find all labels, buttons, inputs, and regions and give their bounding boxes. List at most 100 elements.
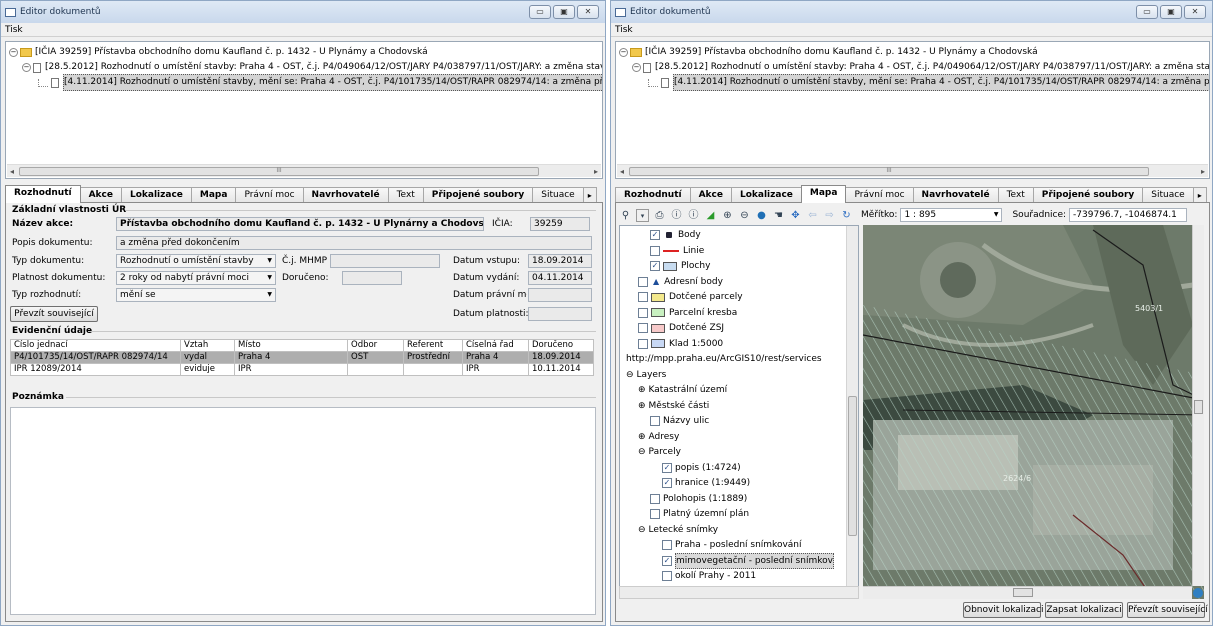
tab-pripojene-soubory[interactable]: Připojené soubory bbox=[1032, 187, 1144, 203]
layer-checkbox[interactable]: ✓ bbox=[662, 478, 672, 488]
back-icon[interactable]: ⇦ bbox=[806, 209, 819, 222]
tab-navrhovatele[interactable]: Navrhovatelé bbox=[302, 187, 389, 203]
tab-rozhodnuti[interactable]: Rozhodnutí bbox=[5, 185, 81, 203]
datum-platnosti-field[interactable] bbox=[528, 307, 592, 321]
layer-item[interactable]: ✓ Plochy bbox=[650, 259, 710, 273]
scroll-left-arrow[interactable]: ◂ bbox=[620, 167, 624, 176]
scroll-left-arrow[interactable]: ◂ bbox=[10, 167, 14, 176]
tree-item-grandchild[interactable]: [4.11.2014] Rozhodnutí o umístění stavby… bbox=[38, 74, 602, 91]
tab-situace[interactable]: Situace bbox=[1142, 187, 1194, 203]
menu-tisk[interactable]: Tisk bbox=[615, 25, 633, 35]
typ-dokumentu-select[interactable]: Rozhodnutí o umístění stavby bbox=[116, 254, 276, 268]
platnost-select[interactable]: 2 roky od nabytí právní moci bbox=[116, 271, 276, 285]
icia-field[interactable]: 39259 bbox=[530, 217, 590, 231]
col-header[interactable]: Referent bbox=[403, 339, 463, 352]
refresh-icon[interactable]: ↻ bbox=[840, 209, 853, 222]
layer-item[interactable]: ⊖ Parcely bbox=[638, 445, 681, 459]
zapsat-lokalizaci-button[interactable]: Zapsat lokalizaci bbox=[1045, 602, 1123, 618]
tree-item-grandchild[interactable]: [4.11.2014] Rozhodnutí o umístění stavby… bbox=[648, 74, 1209, 91]
globe-icon[interactable]: ● bbox=[755, 209, 768, 222]
poznamka-textarea[interactable] bbox=[10, 407, 596, 615]
minimize-button[interactable]: ▭ bbox=[1136, 5, 1158, 19]
tab-text[interactable]: Text bbox=[997, 187, 1034, 203]
layer-item[interactable]: ✓ hranice (1:9449) bbox=[662, 476, 750, 490]
layer-checkbox[interactable] bbox=[638, 307, 648, 318]
pan-hand-icon[interactable]: ☚ bbox=[772, 209, 785, 222]
tab-text[interactable]: Text bbox=[387, 187, 424, 203]
datum-pravni-moc-field[interactable] bbox=[528, 288, 592, 302]
tree-item-root[interactable]: − [IČIA 39259] Přístavba obchodního domu… bbox=[9, 45, 428, 60]
map-view[interactable]: 5403/1 2624/6 bbox=[863, 225, 1204, 599]
tab-mapa[interactable]: Mapa bbox=[800, 185, 847, 203]
layer-tree-vertical-scrollbar[interactable] bbox=[846, 226, 858, 598]
tab-navrhovatele[interactable]: Navrhovatelé bbox=[912, 187, 999, 203]
expand-icon[interactable]: ⊕ bbox=[638, 430, 646, 444]
col-header[interactable]: Číselná řad bbox=[462, 339, 529, 352]
col-header[interactable]: Odbor bbox=[347, 339, 404, 352]
collapse-icon[interactable]: − bbox=[619, 48, 628, 57]
layer-checkbox[interactable] bbox=[650, 509, 660, 519]
layer-checkbox[interactable] bbox=[662, 540, 672, 550]
menu-icon[interactable]: ▾ bbox=[636, 208, 649, 222]
tab-mapa[interactable]: Mapa bbox=[190, 187, 237, 203]
layer-item[interactable]: Praha - poslední snímkování bbox=[662, 538, 802, 552]
layer-item[interactable]: ⊕ Městské části bbox=[638, 399, 709, 413]
collapse-icon[interactable]: ⊖ bbox=[638, 445, 646, 459]
tree-item-child[interactable]: − [28.5.2012] Rozhodnutí o umístění stav… bbox=[22, 60, 602, 75]
scroll-thumb[interactable]: III bbox=[19, 167, 539, 176]
col-header[interactable]: Vztah bbox=[180, 339, 235, 352]
map-horizontal-scrollbar[interactable] bbox=[863, 586, 1192, 599]
info2-icon[interactable]: ⓘ bbox=[687, 209, 700, 222]
collapse-icon[interactable]: ⊖ bbox=[638, 523, 646, 537]
scroll-thumb[interactable] bbox=[1194, 400, 1203, 414]
map-canvas[interactable]: 5403/1 2624/6 bbox=[863, 225, 1204, 599]
zoom-out-icon[interactable]: ⊖ bbox=[738, 209, 751, 222]
layer-item[interactable]: Dotčené ZSJ bbox=[638, 321, 724, 335]
zoom-in-icon[interactable]: ⊕ bbox=[721, 209, 734, 222]
layer-checkbox[interactable] bbox=[650, 493, 660, 504]
doruceno-field[interactable] bbox=[342, 271, 402, 285]
close-button[interactable]: ✕ bbox=[1184, 5, 1206, 19]
layer-item[interactable]: Parcelní kresba bbox=[638, 306, 737, 320]
move-icon[interactable]: ✥ bbox=[789, 209, 802, 222]
tree-item-child[interactable]: − [28.5.2012] Rozhodnutí o umístění stav… bbox=[632, 60, 1209, 75]
tab-scroll-right[interactable]: ▸ bbox=[1192, 187, 1207, 203]
collapse-icon[interactable]: − bbox=[22, 63, 31, 72]
layer-item[interactable]: Klad 1:5000 bbox=[638, 337, 723, 351]
print-icon[interactable]: ⎙ bbox=[653, 209, 666, 222]
layer-checkbox[interactable] bbox=[638, 276, 648, 287]
tab-pravni-moc[interactable]: Právní moc bbox=[845, 187, 914, 203]
popis-field[interactable]: a změna před dokončením bbox=[116, 236, 592, 250]
tab-lokalizace[interactable]: Lokalizace bbox=[730, 187, 802, 203]
layer-checkbox[interactable] bbox=[638, 323, 648, 333]
forward-icon[interactable]: ⇨ bbox=[823, 209, 836, 222]
layer-item[interactable]: http://mpp.praha.eu/ArcGIS10/rest/servic… bbox=[626, 352, 822, 366]
cj-mhmp-field[interactable] bbox=[330, 254, 440, 268]
maximize-button[interactable]: ▣ bbox=[553, 5, 575, 19]
datum-vydani-field[interactable]: 04.11.2014 bbox=[528, 271, 592, 285]
layer-checkbox[interactable]: ✓ bbox=[650, 261, 660, 271]
layer-item[interactable]: Dotčené parcely bbox=[638, 290, 743, 304]
layer-checkbox[interactable] bbox=[638, 292, 648, 302]
layer-item[interactable]: ⊖ Letecké snímky bbox=[638, 523, 718, 537]
tab-rozhodnuti[interactable]: Rozhodnutí bbox=[615, 187, 691, 203]
typ-rozhodnuti-select[interactable]: mění se bbox=[116, 288, 276, 302]
souradnice-field[interactable]: -739796.7, -1046874.1 bbox=[1069, 208, 1188, 222]
layer-item[interactable]: okolí Prahy - 2011 bbox=[662, 569, 756, 583]
scroll-thumb[interactable] bbox=[848, 396, 857, 536]
layer-checkbox[interactable] bbox=[638, 338, 648, 349]
layer-item[interactable]: ⊕ Adresy bbox=[638, 430, 679, 444]
draw-icon[interactable]: ◢ bbox=[704, 209, 717, 222]
scroll-thumb[interactable] bbox=[1013, 588, 1033, 597]
scroll-thumb[interactable]: III bbox=[629, 167, 1149, 176]
menu-tisk[interactable]: Tisk bbox=[5, 25, 23, 35]
layer-item[interactable]: ✓ Body bbox=[650, 228, 701, 242]
tree-horizontal-scrollbar[interactable]: ◂ III ▸ bbox=[7, 164, 601, 177]
tab-akce[interactable]: Akce bbox=[79, 187, 122, 203]
tab-akce[interactable]: Akce bbox=[689, 187, 732, 203]
collapse-icon[interactable]: ⊖ bbox=[626, 368, 634, 382]
layer-checkbox[interactable] bbox=[662, 571, 672, 581]
meritko-select[interactable]: 1 : 895 bbox=[900, 208, 1003, 222]
tab-lokalizace[interactable]: Lokalizace bbox=[120, 187, 192, 203]
close-button[interactable]: ✕ bbox=[577, 5, 599, 19]
